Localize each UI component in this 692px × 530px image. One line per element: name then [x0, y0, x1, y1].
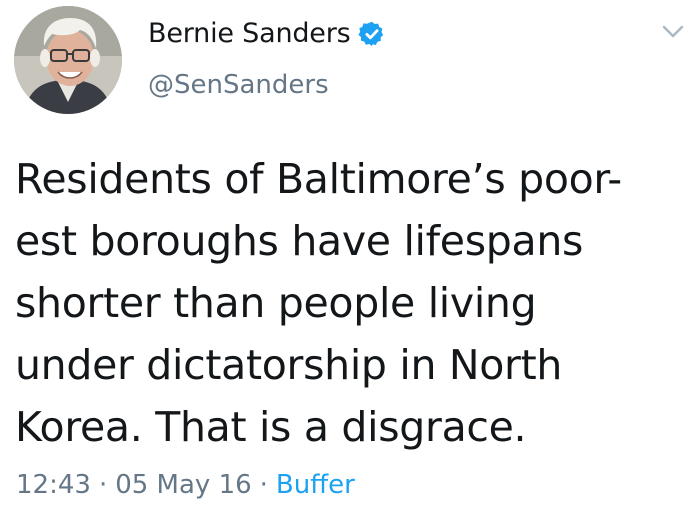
tweet-source-link[interactable]: Buffer [276, 470, 355, 500]
tweet-meta: 12:43 · 05 May 16 · Buffer [16, 470, 355, 500]
meta-separator: · [98, 470, 108, 500]
tweet-time[interactable]: 12:43 [16, 470, 91, 500]
tweet-card: Bernie Sanders @SenSanders Residents of … [0, 0, 692, 530]
chevron-down-icon[interactable] [662, 24, 684, 40]
verified-badge-icon [358, 20, 386, 48]
author-handle[interactable]: @SenSanders [148, 70, 329, 100]
author-name-row: Bernie Sanders [148, 18, 386, 49]
avatar[interactable] [14, 6, 122, 114]
tweet-date[interactable]: 05 May 16 [115, 470, 251, 500]
author-display-name[interactable]: Bernie Sanders [148, 18, 351, 49]
tweet-text: Residents of Baltimore’s poor- est borou… [15, 155, 622, 451]
meta-separator: · [259, 470, 268, 500]
